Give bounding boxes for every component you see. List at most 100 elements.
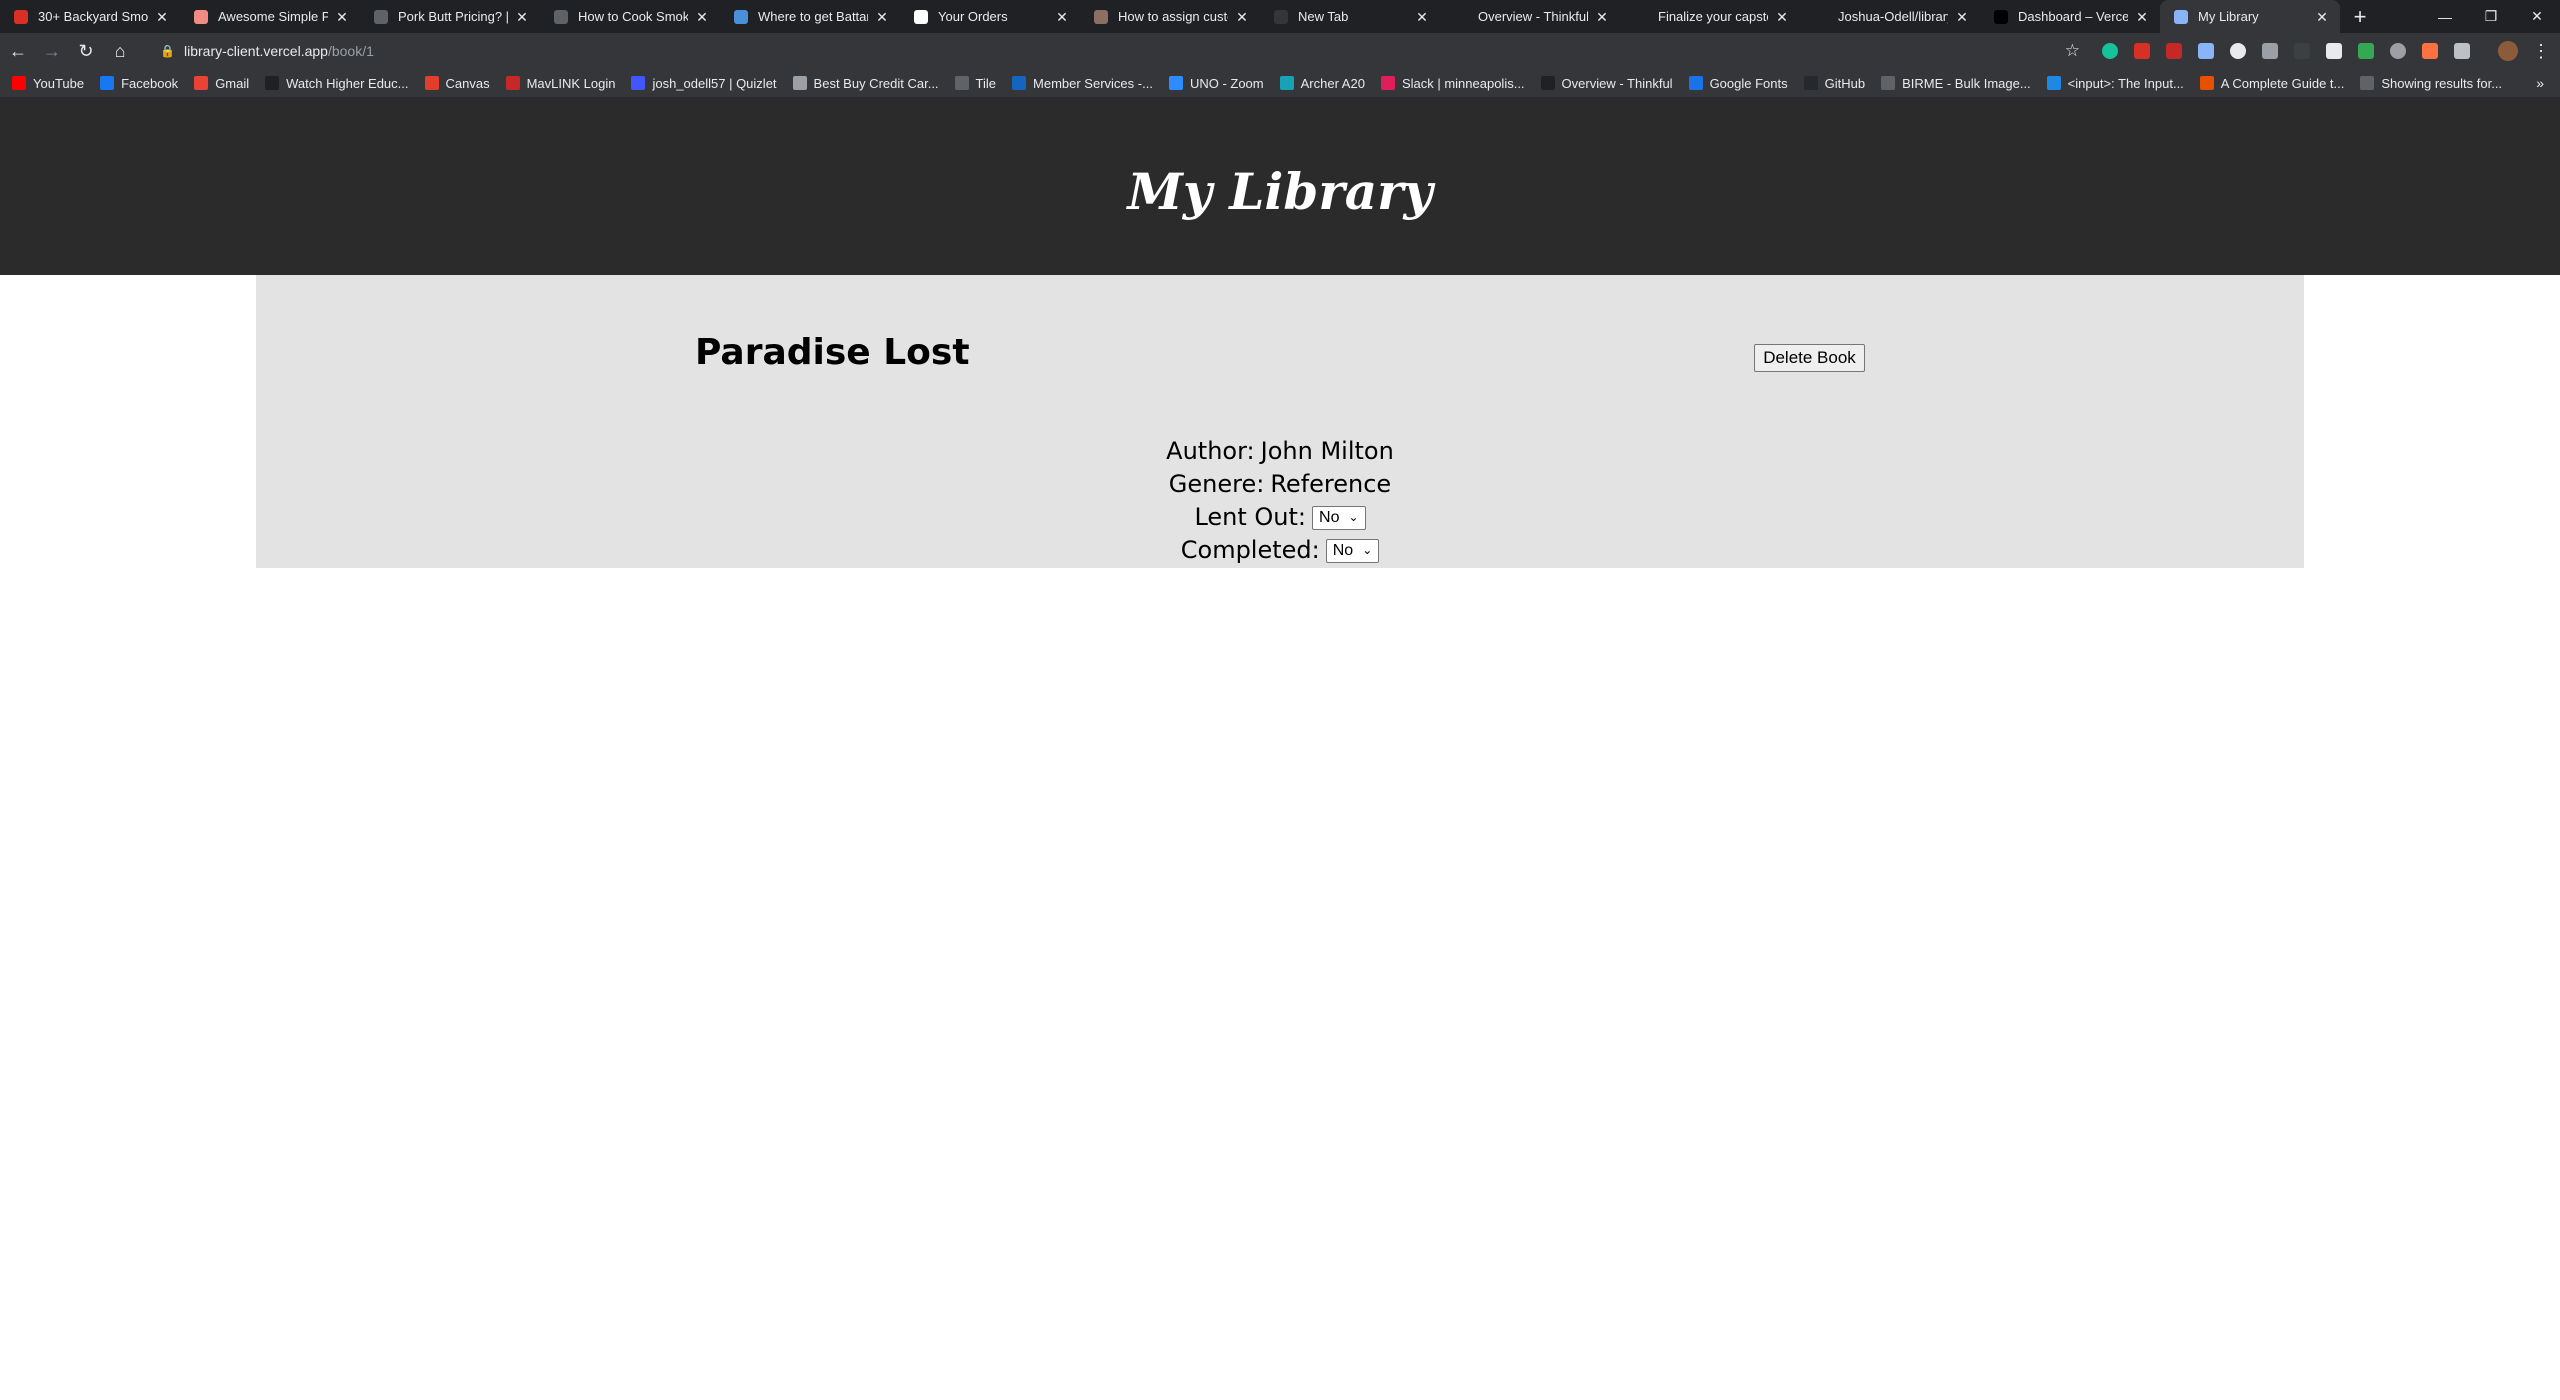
forward-icon[interactable]: → bbox=[36, 35, 68, 67]
tab-close-icon[interactable]: ✕ bbox=[2134, 9, 2150, 25]
tab-close-icon[interactable]: ✕ bbox=[1054, 9, 1070, 25]
delete-book-button[interactable]: Delete Book bbox=[1754, 344, 1865, 372]
tab-close-icon[interactable]: ✕ bbox=[514, 9, 530, 25]
circle-extension-icon[interactable] bbox=[2230, 43, 2246, 59]
bookmark-item[interactable]: BIRME - Bulk Image... bbox=[1881, 76, 2031, 91]
bookmark-label: Watch Higher Educ... bbox=[286, 75, 409, 91]
bookmark-item[interactable]: Gmail bbox=[194, 76, 249, 91]
pdf-extension-icon[interactable] bbox=[2134, 43, 2150, 59]
red-extension-icon[interactable] bbox=[2166, 43, 2182, 59]
bookmark-item[interactable]: YouTube bbox=[12, 76, 84, 91]
lock-icon: 🔒 bbox=[160, 44, 175, 58]
bookmark-item[interactable]: josh_odell57 | Quizlet bbox=[631, 76, 777, 91]
grammarly-extension-icon[interactable] bbox=[2102, 43, 2118, 59]
bookmark-item[interactable]: <input>: The Input... bbox=[2046, 76, 2184, 91]
bookmark-favicon-icon bbox=[1803, 76, 1818, 90]
tab-close-icon[interactable]: ✕ bbox=[334, 9, 350, 25]
bookmark-item[interactable]: MavLINK Login bbox=[505, 75, 616, 91]
tab-close-icon[interactable]: ✕ bbox=[1414, 9, 1430, 25]
arrow-extension-icon[interactable] bbox=[2422, 43, 2438, 59]
tab-close-icon[interactable]: ✕ bbox=[874, 9, 890, 25]
bookmark-favicon-icon bbox=[100, 76, 115, 90]
browser-tab[interactable]: My Library ✕ bbox=[2160, 0, 2340, 33]
browser-tab[interactable]: Your Orders ✕ bbox=[900, 0, 1080, 33]
bookmark-star-icon[interactable]: ☆ bbox=[2065, 41, 2080, 61]
bookmark-label: Facebook bbox=[121, 75, 179, 91]
completed-row: Completed: No ⌄ bbox=[256, 534, 2304, 567]
shield-extension-icon[interactable] bbox=[2294, 43, 2310, 59]
completed-select[interactable]: No ⌄ bbox=[1325, 538, 1380, 563]
bookmark-favicon-icon bbox=[792, 76, 807, 90]
wordpress-extension-icon[interactable] bbox=[2390, 43, 2406, 59]
bookmark-label: MavLINK Login bbox=[526, 75, 616, 91]
browser-tab[interactable]: Where to get Battania ✕ bbox=[720, 0, 900, 33]
bookmark-label: Showing results for... bbox=[2381, 75, 2503, 91]
url-host: library-client.vercel.app bbox=[184, 43, 328, 59]
browser-tab[interactable]: 30+ Backyard Smoke ✕ bbox=[0, 0, 180, 33]
facebook-extension-icon[interactable] bbox=[2198, 43, 2214, 59]
tab-close-icon[interactable]: ✕ bbox=[1774, 9, 1790, 25]
home-icon[interactable]: ⌂ bbox=[104, 35, 136, 67]
pen-extension-icon[interactable] bbox=[2326, 43, 2342, 59]
bookmark-item[interactable]: Showing results for... bbox=[2360, 76, 2502, 91]
browser-tab[interactable]: Awesome Simple Pull ✕ bbox=[180, 0, 360, 33]
tab-favicon-icon bbox=[374, 9, 388, 24]
bookmark-favicon-icon bbox=[631, 76, 646, 90]
bookmark-item[interactable]: UNO - Zoom bbox=[1168, 76, 1264, 91]
tab-close-icon[interactable]: ✕ bbox=[1594, 9, 1610, 25]
bookmark-item[interactable]: GitHub bbox=[1803, 75, 1866, 91]
browser-tab[interactable]: How to Cook Smoke ✕ bbox=[540, 0, 720, 33]
bookmark-favicon-icon bbox=[2199, 76, 2214, 90]
browser-tab[interactable]: Dashboard – Vercel ✕ bbox=[1980, 0, 2160, 33]
reload-icon[interactable]: ↻ bbox=[70, 35, 102, 67]
new-tab-icon[interactable]: + bbox=[2346, 3, 2374, 31]
tab-close-icon[interactable]: ✕ bbox=[1954, 9, 1970, 25]
bookmark-item[interactable]: Member Services -... bbox=[1012, 76, 1153, 91]
bookmark-favicon-icon bbox=[505, 76, 520, 90]
bookmark-item[interactable]: Facebook bbox=[100, 76, 178, 91]
profile-avatar[interactable] bbox=[2498, 41, 2518, 61]
flag-extension-icon[interactable] bbox=[2358, 43, 2374, 59]
bookmark-item[interactable]: Google Fonts bbox=[1688, 76, 1788, 91]
tab-close-icon[interactable]: ✕ bbox=[1234, 9, 1250, 25]
back-icon[interactable]: ← bbox=[2, 35, 34, 67]
tab-close-icon[interactable]: ✕ bbox=[2314, 9, 2330, 25]
lent-out-row: Lent Out: No ⌄ bbox=[256, 501, 2304, 534]
bookmark-label: Canvas bbox=[445, 75, 490, 91]
bookmark-item[interactable]: Overview - Thinkful bbox=[1540, 76, 1673, 91]
browser-tab[interactable]: New Tab ✕ bbox=[1260, 0, 1440, 33]
bookmark-item[interactable]: Best Buy Credit Car... bbox=[792, 76, 939, 91]
browser-tab[interactable]: Overview - Thinkful ✕ bbox=[1440, 0, 1620, 33]
window-controls: — ❐ ✕ bbox=[2422, 0, 2560, 33]
browser-tab[interactable]: Finalize your capstone ✕ bbox=[1620, 0, 1800, 33]
browser-tab[interactable]: Joshua-Odell/library- ✕ bbox=[1800, 0, 1980, 33]
puzzle-icon[interactable] bbox=[2454, 43, 2470, 59]
bookmark-item[interactable]: Tile bbox=[954, 76, 996, 91]
close-window-icon[interactable]: ✕ bbox=[2514, 0, 2560, 33]
restore-icon[interactable]: ❐ bbox=[2468, 0, 2514, 33]
site-header: My Library bbox=[0, 98, 2560, 275]
bookmark-item[interactable]: Slack | minneapolis... bbox=[1380, 76, 1525, 91]
book-details: Author: John Milton Genere: Reference Le… bbox=[256, 435, 2304, 567]
window-extension-icon[interactable] bbox=[2262, 43, 2278, 59]
address-bar[interactable]: 🔒 library-client.vercel.app/book/1 ☆ bbox=[150, 36, 2094, 66]
browser-menu-icon[interactable]: ⋮ bbox=[2532, 41, 2550, 62]
tab-list: 30+ Backyard Smoke✕Awesome Simple Pull✕P… bbox=[0, 0, 2374, 33]
browser-tab[interactable]: Pork Butt Pricing? | S ✕ bbox=[360, 0, 540, 33]
tab-close-icon[interactable]: ✕ bbox=[154, 9, 170, 25]
bookmark-favicon-icon bbox=[265, 76, 280, 90]
tab-label: Finalize your capstone bbox=[1658, 9, 1768, 24]
tab-close-icon[interactable]: ✕ bbox=[694, 9, 710, 25]
chevron-down-icon: ⌄ bbox=[1362, 543, 1373, 557]
tab-label: How to assign custom bbox=[1118, 9, 1228, 24]
minimize-icon[interactable]: — bbox=[2422, 0, 2468, 33]
bookmarks-overflow-icon[interactable]: » bbox=[2536, 75, 2544, 91]
browser-tab[interactable]: How to assign custom ✕ bbox=[1080, 0, 1260, 33]
lent-out-select[interactable]: No ⌄ bbox=[1312, 505, 1366, 530]
bookmark-item[interactable]: A Complete Guide t... bbox=[2199, 76, 2344, 91]
bookmark-item[interactable]: Canvas bbox=[424, 75, 490, 91]
bookmark-item[interactable]: Watch Higher Educ... bbox=[265, 75, 409, 91]
bookmark-item[interactable]: Archer A20 bbox=[1279, 76, 1365, 91]
bookmark-favicon-icon bbox=[1012, 76, 1027, 90]
bookmark-label: GitHub bbox=[1824, 75, 1866, 91]
